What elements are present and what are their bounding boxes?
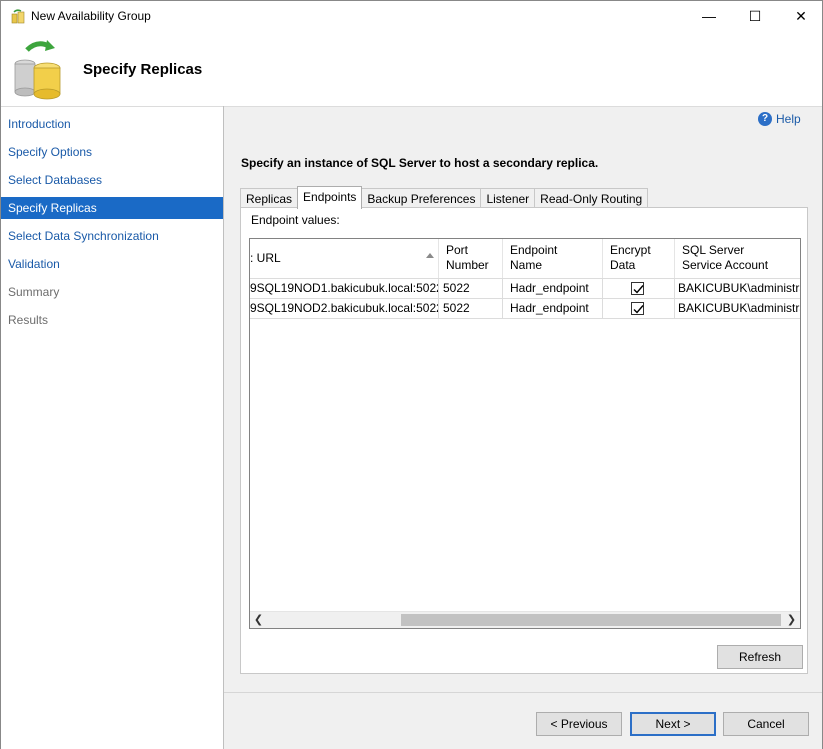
endpoint-name-cell[interactable]: Hadr_endpoint	[503, 299, 603, 318]
sidebar-item-specify-replicas[interactable]: Specify Replicas	[1, 197, 223, 219]
close-button[interactable]: ✕	[778, 1, 823, 31]
encrypt-cell	[603, 279, 675, 298]
sidebar-item-introduction[interactable]: Introduction	[1, 113, 223, 135]
refresh-button[interactable]: Refresh	[717, 645, 803, 669]
tab-endpoints[interactable]: Endpoints	[297, 186, 363, 209]
column-header-service-account[interactable]: SQL Server Service Account	[675, 239, 800, 278]
sidebar-item-specify-options[interactable]: Specify Options	[1, 141, 223, 163]
page-title: Specify Replicas	[83, 61, 203, 78]
grid-header: : URL Port Number Endpoint Name Encrypt …	[250, 239, 800, 278]
wizard-sidebar: Introduction Specify Options Select Data…	[1, 106, 223, 749]
sidebar-item-validation[interactable]: Validation	[1, 253, 223, 275]
sidebar-item-select-data-synchronization[interactable]: Select Data Synchronization	[1, 225, 223, 247]
checkmark-icon	[633, 305, 644, 314]
table-row[interactable]: 9SQL19NOD2.bakicubuk.local:5022 5022 Had…	[250, 298, 800, 318]
next-button[interactable]: Next >	[630, 712, 716, 736]
sidebar-item-summary: Summary	[8, 285, 60, 299]
encrypt-data-checkbox[interactable]	[631, 282, 644, 295]
endpoints-tab-panel: Endpoint values: : URL Port Number Endpo…	[240, 207, 808, 674]
instructions-text: Specify an instance of SQL Server to hos…	[241, 156, 599, 170]
port-cell[interactable]: 5022	[439, 279, 503, 298]
column-header-port-line2: Number	[446, 258, 489, 272]
table-row[interactable]: 9SQL19NOD1.bakicubuk.local:5022 5022 Had…	[250, 278, 800, 298]
column-header-url[interactable]: : URL	[250, 239, 439, 278]
url-cell[interactable]: 9SQL19NOD2.bakicubuk.local:5022	[250, 299, 439, 318]
encrypt-data-checkbox[interactable]	[631, 302, 644, 315]
endpoints-grid[interactable]: : URL Port Number Endpoint Name Encrypt …	[249, 238, 801, 629]
column-header-encrypt-line1: Encrypt	[610, 243, 651, 257]
checkmark-icon	[633, 285, 644, 294]
window-title: New Availability Group	[31, 9, 151, 23]
column-header-encrypt-data[interactable]: Encrypt Data	[603, 239, 675, 278]
service-account-cell[interactable]: BAKICUBUK\administra	[675, 279, 800, 298]
column-header-url-label: : URL	[250, 251, 281, 265]
sidebar-item-results: Results	[8, 313, 49, 327]
tab-read-only-routing[interactable]: Read-Only Routing	[534, 188, 649, 209]
scrollbar-thumb[interactable]	[401, 614, 781, 626]
wizard-window: New Availability Group — ☐ ✕ Specify Rep…	[0, 0, 823, 749]
column-header-endpoint-line2: Name	[510, 258, 543, 272]
tab-replicas[interactable]: Replicas	[240, 188, 299, 209]
cancel-button[interactable]: Cancel	[723, 712, 809, 736]
help-label: Help	[776, 112, 801, 126]
tab-backup-preferences[interactable]: Backup Preferences	[361, 188, 482, 209]
url-cell[interactable]: 9SQL19NOD1.bakicubuk.local:5022	[250, 279, 439, 298]
previous-button[interactable]: < Previous	[536, 712, 622, 736]
column-header-account-line1: SQL Server	[682, 243, 745, 257]
footer-divider	[224, 692, 822, 693]
row-separator	[250, 318, 800, 319]
app-icon	[11, 9, 25, 24]
column-header-encrypt-line2: Data	[610, 258, 636, 272]
title-bar: New Availability Group — ☐ ✕	[1, 1, 822, 32]
wizard-header: Specify Replicas	[1, 32, 822, 106]
encrypt-cell	[603, 299, 675, 318]
help-link[interactable]: ? Help	[758, 112, 801, 126]
help-icon: ?	[758, 112, 772, 126]
scroll-left-icon[interactable]: ❮	[250, 612, 267, 628]
column-header-account-line2: Service Account	[682, 258, 769, 272]
minimize-button[interactable]: —	[686, 1, 732, 31]
endpoint-values-label: Endpoint values:	[251, 213, 340, 227]
column-header-port-line1: Port	[446, 243, 469, 257]
service-account-cell[interactable]: BAKICUBUK\administra	[675, 299, 800, 318]
availability-group-database-icon	[14, 40, 61, 100]
maximize-button[interactable]: ☐	[732, 1, 778, 31]
scroll-right-icon[interactable]: ❯	[783, 612, 800, 628]
port-cell[interactable]: 5022	[439, 299, 503, 318]
sort-ascending-icon	[426, 253, 434, 258]
sidebar-item-select-databases[interactable]: Select Databases	[1, 169, 223, 191]
endpoint-name-cell[interactable]: Hadr_endpoint	[503, 279, 603, 298]
tab-listener[interactable]: Listener	[480, 188, 536, 209]
horizontal-scrollbar[interactable]: ❮ ❯	[250, 611, 800, 628]
column-header-endpoint-line1: Endpoint	[510, 243, 558, 257]
main-content: ? Help Specify an instance of SQL Server…	[224, 106, 822, 749]
tab-strip: Replicas Endpoints Backup Preferences Li…	[240, 186, 649, 209]
column-header-endpoint-name[interactable]: Endpoint Name	[503, 239, 603, 278]
column-header-port-number[interactable]: Port Number	[439, 239, 503, 278]
